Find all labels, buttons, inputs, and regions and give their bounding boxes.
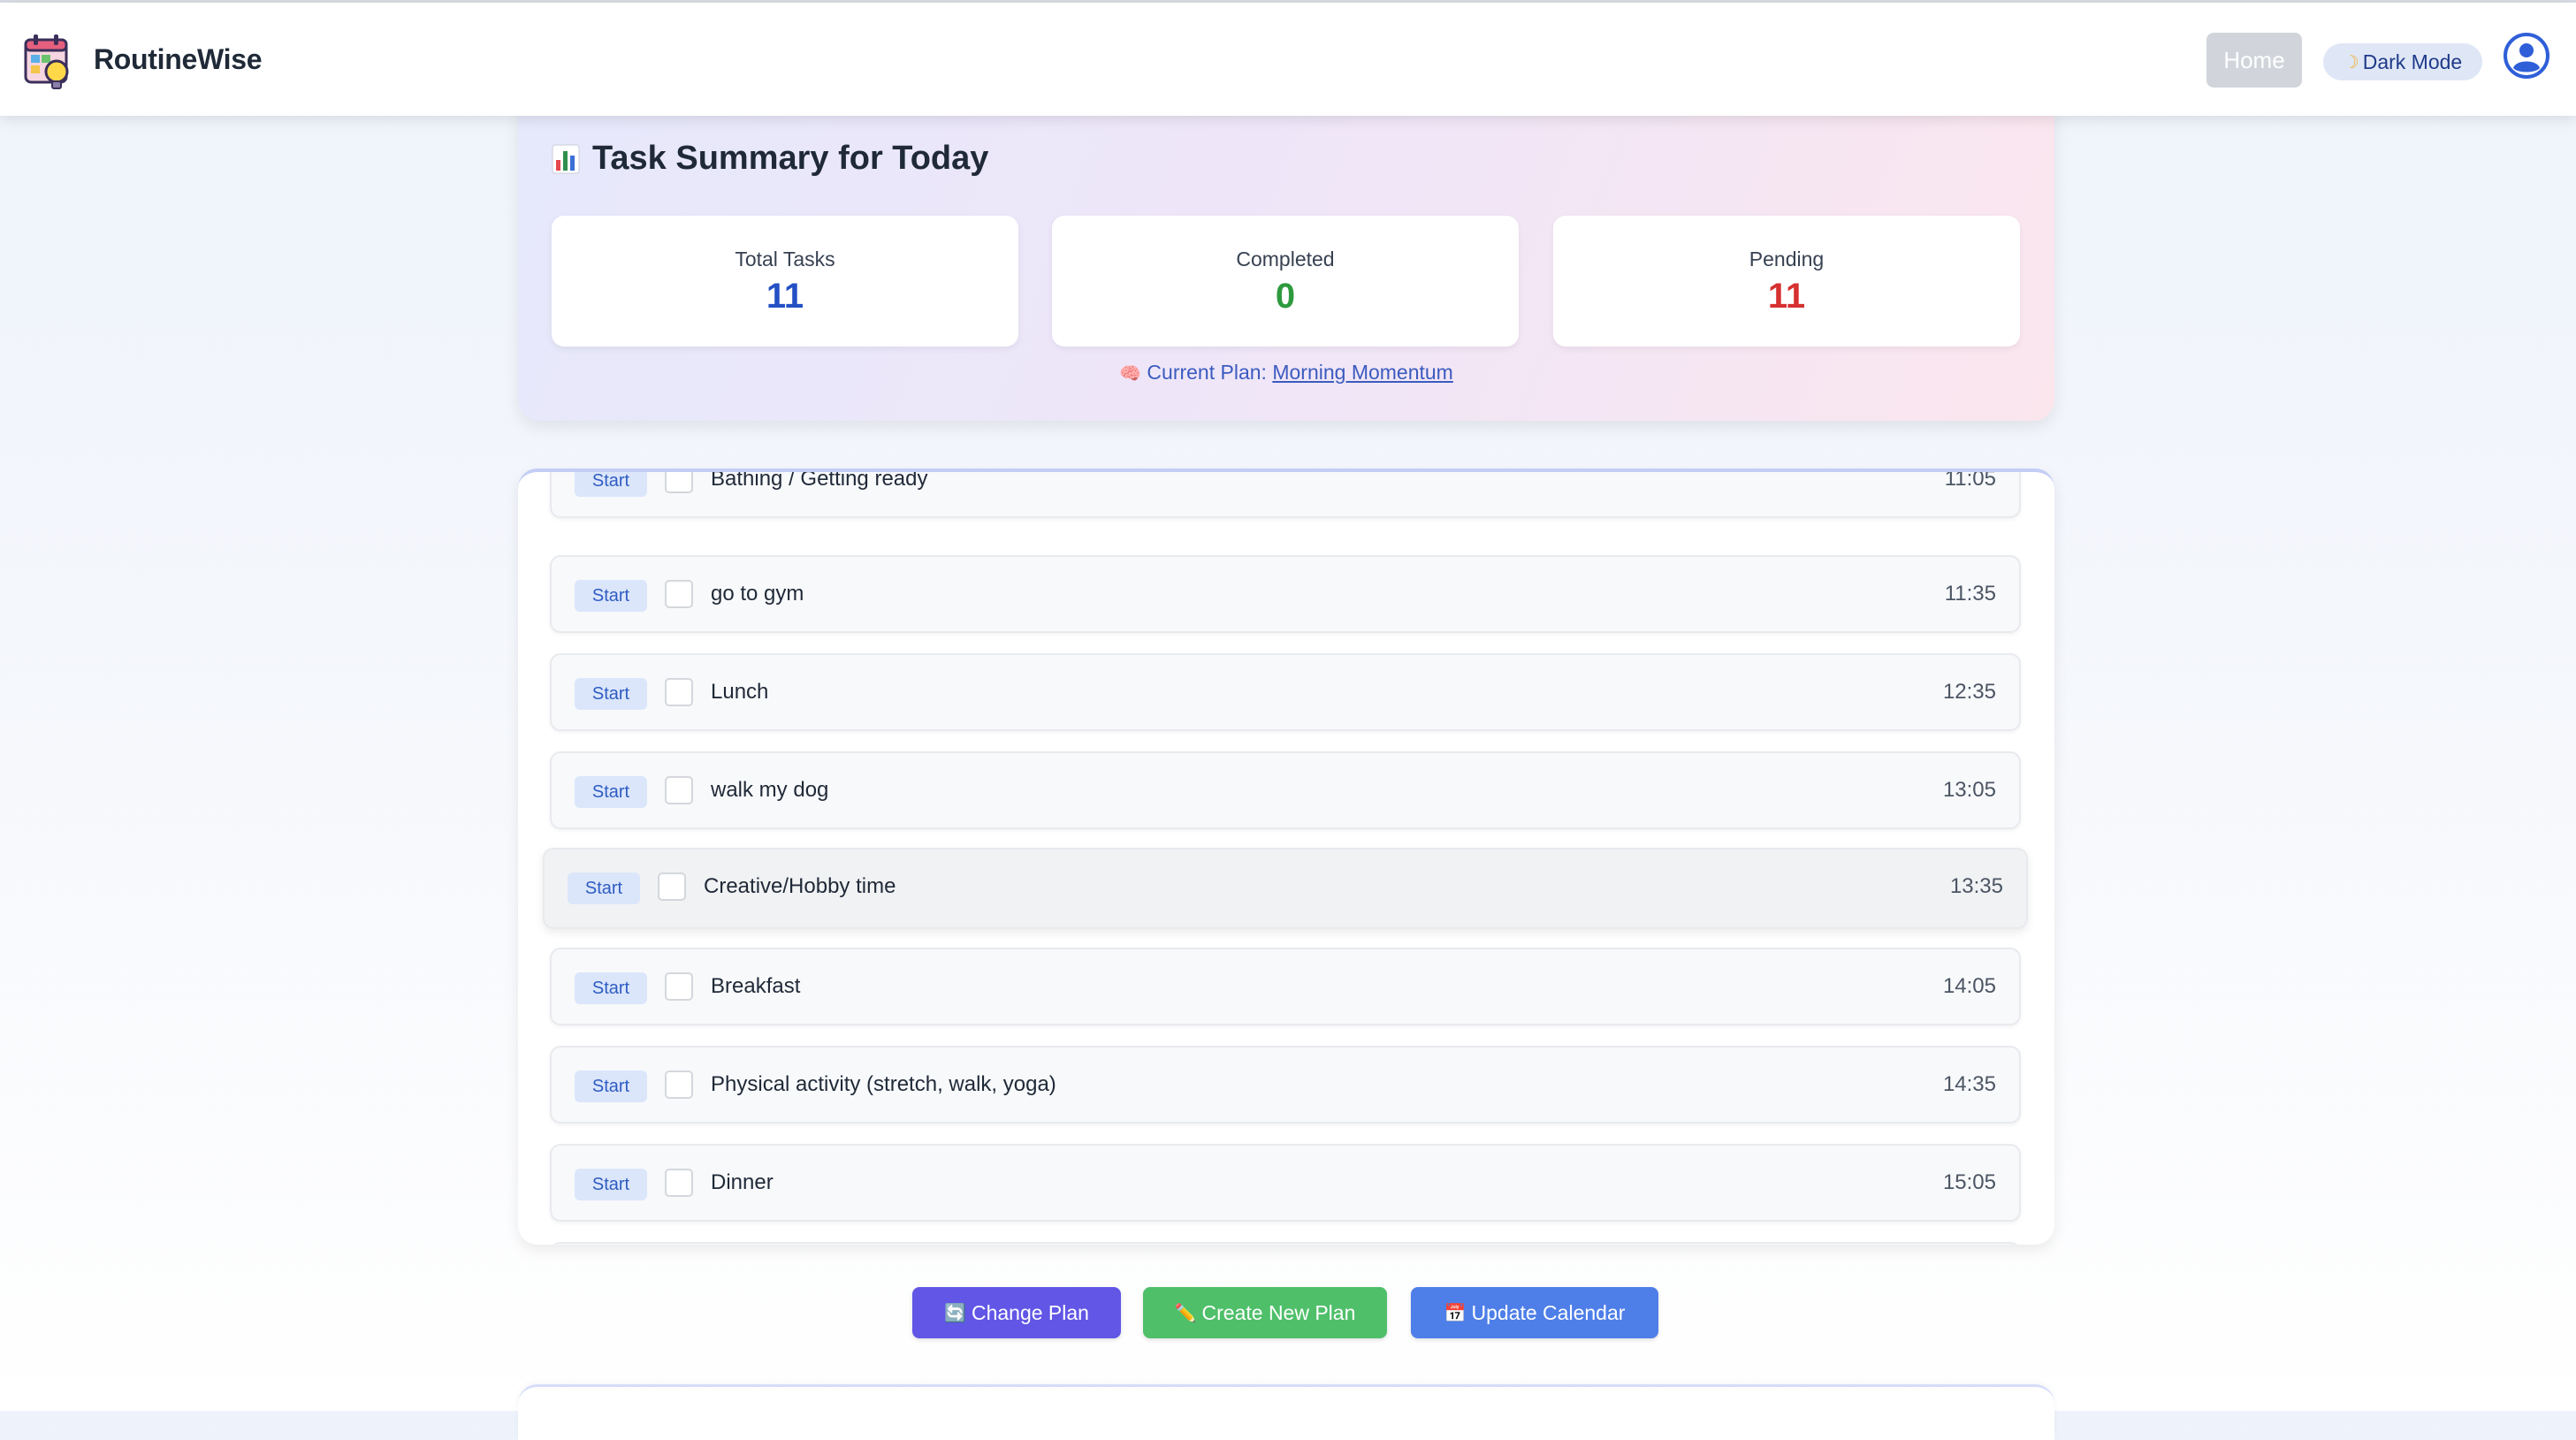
task-checkbox[interactable] (658, 872, 686, 901)
stat-label: Pending (1749, 248, 1825, 270)
stat-pending: Pending 11 (1553, 216, 2020, 347)
stat-total-tasks: Total Tasks 11 (552, 216, 1018, 347)
change-plan-button[interactable]: 🔄 Change Plan (912, 1287, 1121, 1338)
task-summary-card: Task Summary for Today Total Tasks 11 Co… (518, 106, 2054, 421)
task-row: Start go to gym 11:35 (550, 555, 2021, 633)
home-button[interactable]: Home (2206, 33, 2302, 88)
current-plan-link[interactable]: Morning Momentum (1272, 361, 1453, 384)
app-title: RoutineWise (94, 43, 263, 75)
task-row: Start Physical activity (stretch, walk, … (550, 1046, 2021, 1124)
stat-value: 11 (1767, 277, 1806, 316)
task-name: Breakfast (711, 974, 801, 998)
start-button[interactable]: Start (575, 580, 647, 612)
task-name: Lunch (711, 680, 769, 704)
start-button[interactable]: Start (575, 678, 647, 710)
dark-mode-toggle[interactable]: ☽ Dark Mode (2323, 43, 2482, 80)
dark-mode-label: Dark Mode (2362, 50, 2463, 73)
update-calendar-label: Update Calendar (1471, 1300, 1626, 1324)
task-checkbox[interactable] (665, 776, 693, 804)
task-time: 13:05 (1942, 778, 1996, 802)
create-plan-button[interactable]: ✏️ Create New Plan (1143, 1287, 1387, 1338)
task-name: walk my dog (711, 778, 829, 802)
current-plan-label: Current Plan: (1147, 361, 1267, 384)
task-checkbox[interactable] (665, 472, 693, 493)
stat-label: Completed (1236, 248, 1335, 270)
stat-value: 11 (766, 277, 804, 316)
user-avatar-icon[interactable] (2504, 33, 2549, 79)
task-checkbox[interactable] (665, 1169, 693, 1197)
task-time: 11:35 (1944, 582, 1996, 606)
start-button[interactable]: Start (568, 872, 640, 904)
task-row-hovered: Start Creative/Hobby time 13:35 (543, 848, 2028, 929)
task-time: 15:05 (1942, 1170, 1996, 1194)
start-button[interactable]: Start (575, 776, 647, 808)
bar-chart-icon (552, 144, 580, 173)
task-name: Dinner (711, 1170, 774, 1194)
task-checkbox[interactable] (665, 1070, 693, 1099)
current-plan-line: 🧠 Current Plan: Morning Momentum (518, 361, 2054, 385)
calendar-icon: 📅 (1444, 1303, 1467, 1323)
task-row: Start Dinner 15:05 (550, 1144, 2021, 1222)
start-button[interactable]: Start (575, 1169, 647, 1200)
task-time: 12:35 (1942, 680, 1996, 704)
task-time: 11:05 (1944, 469, 1996, 491)
task-list[interactable]: Start Bathing / Getting ready 11:05 Star… (518, 469, 2054, 1245)
task-row: Start walk my dog 13:05 (550, 751, 2021, 829)
calendar-lightbulb-icon[interactable] (23, 33, 71, 91)
update-calendar-button[interactable]: 📅 Update Calendar (1411, 1287, 1658, 1338)
task-checkbox[interactable] (665, 678, 693, 706)
change-plan-label: Change Plan (971, 1300, 1089, 1324)
create-plan-label: Create New Plan (1201, 1300, 1356, 1324)
task-time: 14:35 (1942, 1072, 1996, 1096)
task-row: Start Breakfast 14:05 (550, 948, 2021, 1025)
app-header: RoutineWise Home ☽ Dark Mode (0, 3, 2576, 116)
task-name: Physical activity (stretch, walk, yoga) (711, 1072, 1056, 1096)
task-name: Creative/Hobby time (704, 874, 896, 898)
task-checkbox[interactable] (665, 580, 693, 608)
pencil-icon: ✏️ (1174, 1303, 1197, 1323)
stat-completed: Completed 0 (1052, 216, 1519, 347)
summary-heading: Task Summary for Today (552, 140, 988, 178)
summary-title: Task Summary for Today (592, 140, 989, 177)
brain-icon: 🧠 (1119, 364, 1142, 384)
next-section-card (518, 1384, 2054, 1440)
task-name: Bathing / Getting ready (711, 469, 928, 491)
task-name: go to gym (711, 582, 804, 606)
task-row-partial (550, 1242, 2021, 1245)
swap-icon: 🔄 (944, 1303, 966, 1323)
stat-label: Total Tasks (735, 248, 835, 270)
start-button[interactable]: Start (575, 972, 647, 1004)
start-button[interactable]: Start (575, 472, 647, 497)
task-row: Start Lunch 12:35 (550, 653, 2021, 731)
task-time: 13:35 (1949, 874, 2003, 898)
task-checkbox[interactable] (665, 972, 693, 1001)
moon-icon: ☽ (2343, 52, 2359, 72)
stat-value: 0 (1275, 277, 1296, 316)
task-row: Start Bathing / Getting ready 11:05 (550, 469, 2021, 518)
task-time: 14:05 (1942, 974, 1996, 998)
start-button[interactable]: Start (575, 1070, 647, 1102)
